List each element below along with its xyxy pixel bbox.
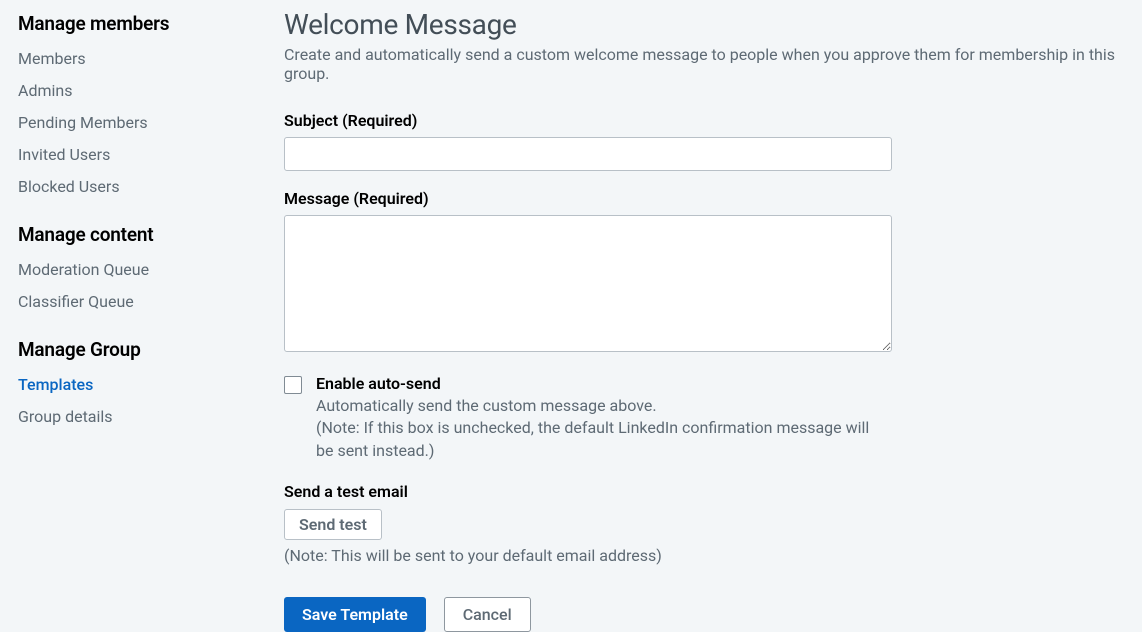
sidebar: Manage members Members Admins Pending Me… bbox=[18, 8, 278, 632]
sidebar-item-moderation-queue[interactable]: Moderation Queue bbox=[18, 254, 278, 286]
sidebar-item-classifier-queue[interactable]: Classifier Queue bbox=[18, 286, 278, 318]
autosend-content: Enable auto-send Automatically send the … bbox=[316, 374, 886, 462]
save-template-button[interactable]: Save Template bbox=[284, 597, 426, 632]
autosend-title: Enable auto-send bbox=[316, 374, 886, 393]
sidebar-item-group-details[interactable]: Group details bbox=[18, 401, 278, 433]
sidebar-section-members: Manage members Members Admins Pending Me… bbox=[18, 12, 278, 203]
page-title: Welcome Message bbox=[284, 8, 1134, 41]
send-test-section: Send a test email Send test (Note: This … bbox=[284, 482, 1134, 565]
autosend-note: (Note: If this box is unchecked, the def… bbox=[316, 417, 886, 462]
subject-group: Subject (Required) bbox=[284, 111, 1134, 171]
send-test-note: (Note: This will be sent to your default… bbox=[284, 546, 1134, 565]
message-textarea[interactable] bbox=[284, 215, 892, 352]
message-group: Message (Required) bbox=[284, 189, 1134, 356]
sidebar-heading-members: Manage members bbox=[18, 12, 278, 35]
sidebar-section-content: Manage content Moderation Queue Classifi… bbox=[18, 223, 278, 318]
subject-input[interactable] bbox=[284, 137, 892, 171]
sidebar-item-admins[interactable]: Admins bbox=[18, 75, 278, 107]
sidebar-section-group: Manage Group Templates Group details bbox=[18, 338, 278, 433]
main-content: Welcome Message Create and automatically… bbox=[278, 8, 1142, 632]
sidebar-item-blocked-users[interactable]: Blocked Users bbox=[18, 171, 278, 203]
action-button-row: Save Template Cancel bbox=[284, 597, 1134, 632]
subject-label: Subject (Required) bbox=[284, 111, 1134, 130]
cancel-button[interactable]: Cancel bbox=[444, 597, 531, 632]
sidebar-item-templates[interactable]: Templates bbox=[18, 369, 278, 401]
autosend-checkbox[interactable] bbox=[284, 376, 302, 394]
sidebar-item-pending-members[interactable]: Pending Members bbox=[18, 107, 278, 139]
send-test-button[interactable]: Send test bbox=[284, 509, 382, 540]
message-label: Message (Required) bbox=[284, 189, 1134, 208]
sidebar-item-invited-users[interactable]: Invited Users bbox=[18, 139, 278, 171]
autosend-row: Enable auto-send Automatically send the … bbox=[284, 374, 1134, 462]
sidebar-heading-content: Manage content bbox=[18, 223, 278, 246]
page-subtitle: Create and automatically send a custom w… bbox=[284, 45, 1134, 83]
autosend-description: Automatically send the custom message ab… bbox=[316, 395, 886, 417]
sidebar-item-members[interactable]: Members bbox=[18, 43, 278, 75]
send-test-heading: Send a test email bbox=[284, 482, 1134, 501]
sidebar-heading-group: Manage Group bbox=[18, 338, 278, 361]
